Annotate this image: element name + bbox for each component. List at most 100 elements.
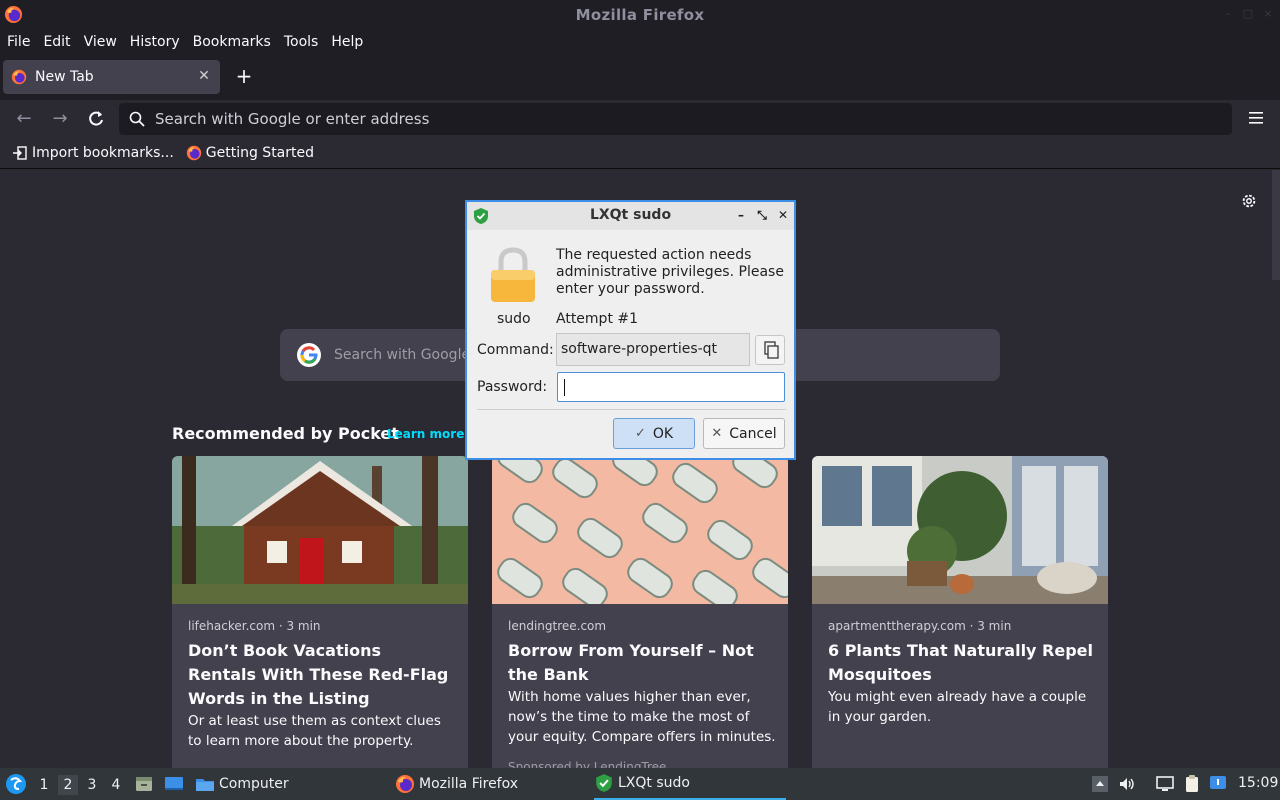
search-icon	[129, 111, 145, 127]
hamburger-menu-icon[interactable]	[1246, 108, 1266, 128]
cancel-x-icon: ✕	[711, 426, 723, 441]
firefox-favicon-icon	[11, 69, 27, 85]
password-field[interactable]	[557, 372, 785, 402]
tray-expand-icon[interactable]	[1090, 774, 1110, 794]
sudo-dialog: LXQt sudo – ⤡ ✕ sudo The requested actio…	[465, 200, 796, 460]
checkmark-icon: ✓	[634, 426, 646, 441]
ok-button-label: OK	[652, 425, 674, 442]
tab-close-icon[interactable]: ✕	[196, 68, 212, 84]
page-scrollbar[interactable]	[1272, 170, 1280, 280]
firefox-logo-icon	[396, 775, 414, 793]
bookmark-import-label: Import bookmarks...	[32, 145, 174, 161]
task-label: Mozilla Firefox	[419, 776, 519, 792]
bookmark-getting-started[interactable]: Getting Started	[186, 145, 314, 161]
copy-command-button[interactable]	[755, 335, 785, 365]
desktop-2[interactable]: 2	[58, 775, 78, 795]
dialog-titlebar[interactable]: LXQt sudo – ⤡ ✕	[467, 202, 794, 230]
menu-bar: File Edit View History Bookmarks Tools H…	[0, 29, 1280, 54]
minimize-icon[interactable]: –	[734, 208, 748, 222]
task-label: LXQt sudo	[618, 775, 690, 791]
lock-icon	[491, 247, 535, 302]
notification-icon[interactable]	[1208, 774, 1228, 794]
card-sponsor: Sponsored by LendingTree	[508, 760, 667, 768]
tab-strip: New Tab ✕ +	[0, 54, 1280, 100]
menu-view[interactable]: View	[84, 34, 117, 50]
clock[interactable]: 15:09	[1238, 775, 1278, 791]
ok-button[interactable]: ✓ OK	[613, 418, 695, 449]
pocket-card[interactable]: lendingtree.com Borrow From Yourself – N…	[492, 456, 788, 768]
clipboard-icon[interactable]	[1182, 774, 1202, 794]
card-excerpt: Or at least use them as context clues to…	[188, 713, 441, 749]
address-bar[interactable]: Search with Google or enter address	[119, 103, 1232, 135]
new-tab-plus-icon[interactable]: +	[234, 66, 254, 86]
window-controls: – □ ×	[1222, 8, 1274, 20]
navigation-toolbar: ← → Search with Google or enter address	[0, 100, 1280, 138]
card-excerpt: With home values higher than ever, now’s…	[508, 689, 776, 745]
pocket-card[interactable]: apartmenttherapy.com · 3 min 6 Plants Th…	[812, 456, 1108, 768]
bookmarks-toolbar: Import bookmarks... Getting Started	[0, 138, 1280, 169]
volume-icon[interactable]	[1117, 774, 1137, 794]
network-icon[interactable]	[1155, 774, 1175, 794]
garden-patio-thumbnail	[812, 456, 1108, 604]
money-rolls-thumbnail	[492, 456, 788, 604]
close-icon[interactable]: ✕	[776, 208, 790, 222]
attempt-counter: Attempt #1	[556, 311, 639, 327]
command-label: Command:	[477, 342, 554, 358]
task-firefox[interactable]: Mozilla Firefox	[395, 768, 518, 800]
shield-icon	[596, 774, 612, 792]
cancel-button-label: Cancel	[729, 425, 777, 442]
task-computer[interactable]: Computer	[195, 768, 289, 800]
taskbar: 1 2 3 4 Computer Mozilla Firefox LXQt su…	[0, 768, 1280, 800]
menu-edit[interactable]: Edit	[43, 34, 70, 50]
firefox-favicon-icon	[186, 145, 201, 161]
menu-file[interactable]: File	[7, 34, 30, 50]
dialog-icon-label: sudo	[497, 311, 531, 327]
desktop-3[interactable]: 3	[82, 775, 102, 795]
show-desktop-icon[interactable]	[164, 774, 184, 794]
menu-history[interactable]: History	[130, 34, 180, 50]
pocket-heading: Recommended by Pocket	[172, 424, 399, 443]
command-field[interactable]: software-properties-qt	[556, 333, 750, 366]
desktop-1[interactable]: 1	[34, 775, 54, 795]
tab-label: New Tab	[35, 69, 94, 85]
maximize-icon[interactable]: ⤡	[755, 208, 769, 222]
password-label: Password:	[477, 379, 548, 395]
minimize-icon[interactable]: –	[1222, 8, 1234, 20]
gear-icon[interactable]	[1240, 192, 1258, 210]
card-source: lifehacker.com · 3 min	[188, 619, 321, 633]
cancel-button[interactable]: ✕ Cancel	[703, 418, 785, 449]
google-logo-icon	[297, 343, 321, 367]
card-title: 6 Plants That Naturally Repel Mosquitoes	[828, 641, 1094, 684]
dialog-message: The requested action needs administrativ…	[556, 247, 784, 297]
card-source: apartmenttherapy.com · 3 min	[828, 619, 1012, 633]
pocket-learn-more-link[interactable]: Learn more	[387, 427, 464, 441]
maximize-icon[interactable]: □	[1242, 8, 1254, 20]
reload-icon[interactable]	[86, 109, 106, 129]
close-icon[interactable]: ×	[1262, 8, 1274, 20]
menu-help[interactable]: Help	[331, 34, 363, 50]
cabin-thumbnail	[172, 456, 468, 604]
address-bar-placeholder: Search with Google or enter address	[155, 110, 430, 128]
copy-icon	[764, 341, 779, 359]
menu-tools[interactable]: Tools	[284, 34, 319, 50]
text-caret	[564, 379, 565, 396]
import-icon	[13, 146, 27, 160]
card-excerpt: You might even already have a couple in …	[828, 689, 1087, 725]
firefox-logo-icon	[4, 5, 23, 24]
file-manager-drawer-icon[interactable]	[134, 774, 154, 794]
back-arrow-icon[interactable]: ←	[12, 107, 36, 131]
forward-arrow-icon[interactable]: →	[48, 107, 72, 131]
lxqt-start-menu-icon[interactable]	[5, 773, 27, 795]
desktop-4[interactable]: 4	[106, 775, 126, 795]
menu-bookmarks[interactable]: Bookmarks	[193, 34, 271, 50]
card-title: Borrow From Yourself – Not the Bank	[508, 641, 754, 684]
window-title: Mozilla Firefox	[575, 5, 705, 24]
folder-icon	[196, 779, 214, 791]
bookmark-import[interactable]: Import bookmarks...	[12, 145, 174, 161]
window-titlebar: Mozilla Firefox – □ ×	[0, 0, 1280, 29]
card-title: Don’t Book Vacations Rentals With These …	[188, 641, 449, 708]
pocket-card[interactable]: lifehacker.com · 3 min Don’t Book Vacati…	[172, 456, 468, 768]
tab-new-tab[interactable]: New Tab ✕	[3, 60, 220, 94]
card-source: lendingtree.com	[508, 619, 607, 633]
task-lxqt-sudo[interactable]: LXQt sudo	[594, 768, 786, 800]
